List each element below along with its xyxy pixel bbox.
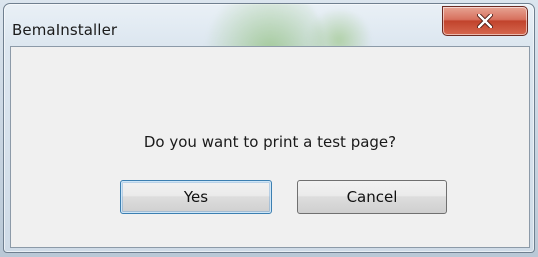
dialog-content: Do you want to print a test page? Yes Ca…	[10, 46, 530, 248]
close-icon	[477, 14, 493, 28]
close-button[interactable]	[442, 6, 528, 36]
cancel-button[interactable]: Cancel	[297, 180, 447, 214]
message-dialog: BemaInstaller Do you want to print a tes…	[3, 3, 535, 253]
dialog-message: Do you want to print a test page?	[143, 133, 397, 151]
window-title: BemaInstaller	[12, 21, 118, 39]
yes-button[interactable]: Yes	[120, 180, 272, 214]
